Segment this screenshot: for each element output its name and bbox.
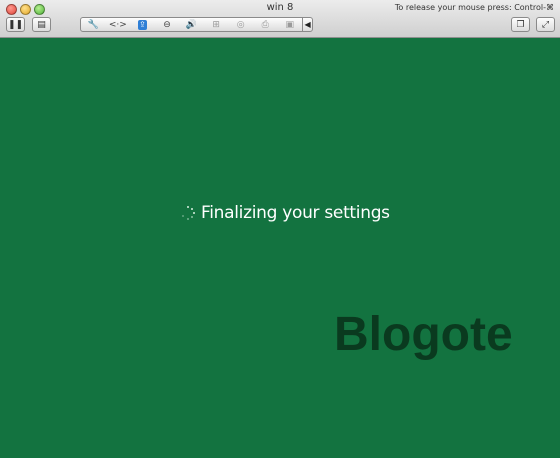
fullscreen-button[interactable]: ⤢ — [536, 17, 555, 32]
printer-icon: ⎙ — [261, 19, 269, 30]
pause-button[interactable]: ❚❚ — [6, 17, 25, 32]
printer-segment[interactable]: ⎙ — [253, 18, 278, 31]
wrench-icon: 🔧 — [87, 19, 99, 30]
shared-folders-segment[interactable]: ⇪ — [130, 18, 155, 31]
unity-view-button[interactable]: ❐ — [511, 17, 530, 32]
network-icon: <·> — [108, 19, 127, 30]
mouse-release-hint: To release your mouse press: Control-⌘ — [394, 3, 554, 12]
pause-icon: ❚❚ — [7, 19, 24, 30]
shared-folders-icon: ⇪ — [137, 19, 147, 30]
speaker-icon: 🔊 — [185, 19, 198, 30]
camera-icon: ◎ — [236, 19, 245, 30]
snapshot-button[interactable]: ▤ — [32, 17, 51, 32]
hard-disk-segment[interactable]: ⊖ — [155, 18, 180, 31]
snapshot-icon: ▤ — [37, 19, 46, 30]
sound-segment[interactable]: 🔊 — [179, 18, 204, 31]
display-icon: ▣ — [285, 19, 295, 30]
settings-segment[interactable]: 🔧 — [81, 18, 106, 31]
setup-status: Finalizing your settings — [181, 201, 390, 225]
chevron-left-icon: ◀ — [304, 20, 311, 29]
status-message: Finalizing your settings — [201, 203, 390, 223]
watermark-logo: Blogote — [334, 308, 513, 361]
guest-screen[interactable] — [0, 38, 560, 458]
expand-icon: ⤢ — [541, 19, 550, 30]
hard-disk-icon: ⊖ — [163, 19, 171, 30]
usb-segment[interactable]: ⊞ — [204, 18, 229, 31]
device-toolbar: 🔧 <·> ⇪ ⊖ 🔊 ⊞ ◎ ⎙ ▣ ◀ — [80, 17, 313, 32]
window-titlebar: win 8 To release your mouse press: Contr… — [0, 0, 560, 38]
network-segment[interactable]: <·> — [106, 18, 131, 31]
usb-icon: ⊞ — [212, 19, 220, 30]
collapse-toolbar-button[interactable]: ◀ — [302, 18, 312, 31]
windows-stack-icon: ❐ — [516, 19, 525, 30]
loading-spinner-icon — [181, 206, 195, 220]
camera-segment[interactable]: ◎ — [228, 18, 253, 31]
display-segment[interactable]: ▣ — [278, 18, 303, 31]
